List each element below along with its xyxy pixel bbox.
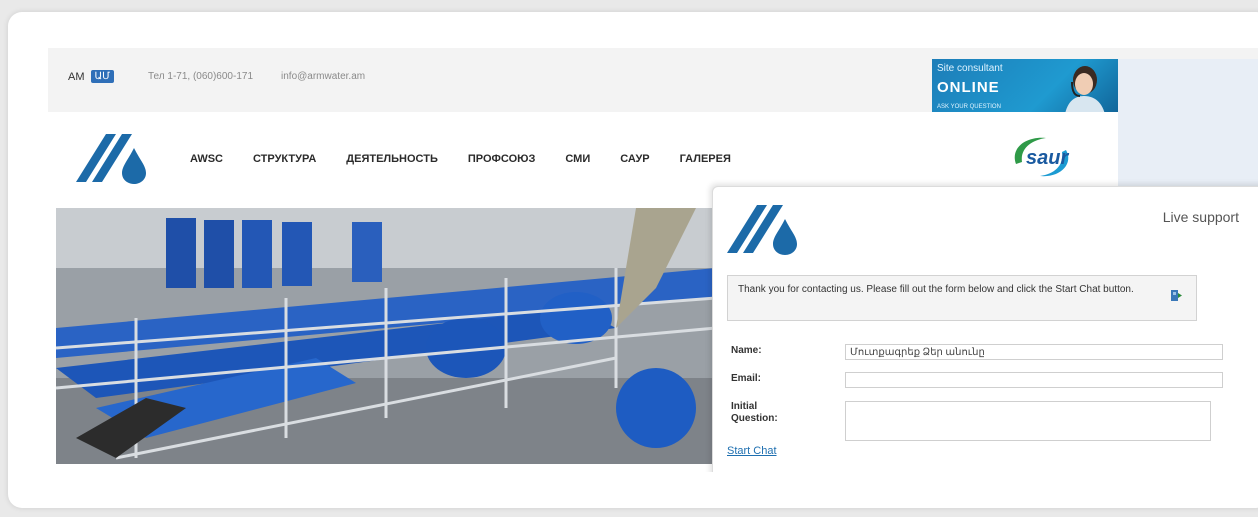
question-label-line-1: Initial [731,401,758,412]
awsc-logo-icon[interactable] [76,130,156,186]
chat-exit-icon[interactable] [1170,289,1182,302]
banner-line-3: ASK YOUR QUESTION [937,104,1001,110]
question-textarea[interactable] [845,401,1211,441]
pumping-station-image [56,208,716,464]
chat-title: Live support [1162,209,1239,225]
nav-item-gallery[interactable]: ГАЛЕРЕЯ [680,153,731,165]
lang-am-active[interactable]: ԱՄ [90,70,115,83]
lang-am[interactable]: AM [68,71,85,83]
question-label: Initial Question: [731,401,778,425]
nav-item-union[interactable]: ПРОФСОЮЗ [468,153,536,165]
name-label: Name: [731,345,762,356]
right-panel-bg [1118,59,1258,189]
main-nav: AWSC СТРУКТУРА ДЕЯТЕЛЬНОСТЬ ПРОФСОЮЗ СМИ… [190,153,731,165]
chat-intro-message: Thank you for contacting us. Please fill… [727,275,1197,321]
hero-image [56,208,716,464]
saur-logo-icon[interactable]: saur [1004,134,1084,180]
email-field[interactable] [845,372,1223,388]
banner-line-1: Site consultant [937,63,1003,74]
start-chat-link[interactable]: Start Chat [727,445,777,457]
main-nav-row: AWSC СТРУКТУРА ДЕЯТЕЛЬНОСТЬ ПРОФСОЮЗ СМИ… [48,112,1118,190]
nav-item-media[interactable]: СМИ [565,153,590,165]
email-label: Email: [731,373,762,384]
chat-message-text: Thank you for contacting us. Please fill… [738,284,1134,295]
contact-info: Тел 1-71, (060)600-171 info@armwater.am [148,71,365,82]
nav-item-structure[interactable]: СТРУКТУРА [253,153,316,165]
chat-logo-icon [727,205,797,255]
phone-number: Тел 1-71, (060)600-171 [148,71,254,82]
svg-text:saur: saur [1026,147,1069,169]
live-support-widget: Live support Thank you for contacting us… [712,186,1258,472]
nav-item-awsc[interactable]: AWSC [190,153,223,165]
nav-item-saur[interactable]: САУР [620,153,649,165]
email-link[interactable]: info@armwater.am [281,71,365,82]
banner-online: ONLINE [937,79,1000,96]
question-label-line-2: Question: [731,413,778,424]
website-screenshot: AM ԱՄ Тел 1-71, (060)600-171 info@armwat… [48,48,1258,472]
name-field[interactable]: Մուտքագրեք Ձեր անունը [845,344,1223,360]
nav-item-activity[interactable]: ДЕЯТЕЛЬНОСТЬ [346,153,438,165]
language-switcher: AM ԱՄ [68,70,115,83]
